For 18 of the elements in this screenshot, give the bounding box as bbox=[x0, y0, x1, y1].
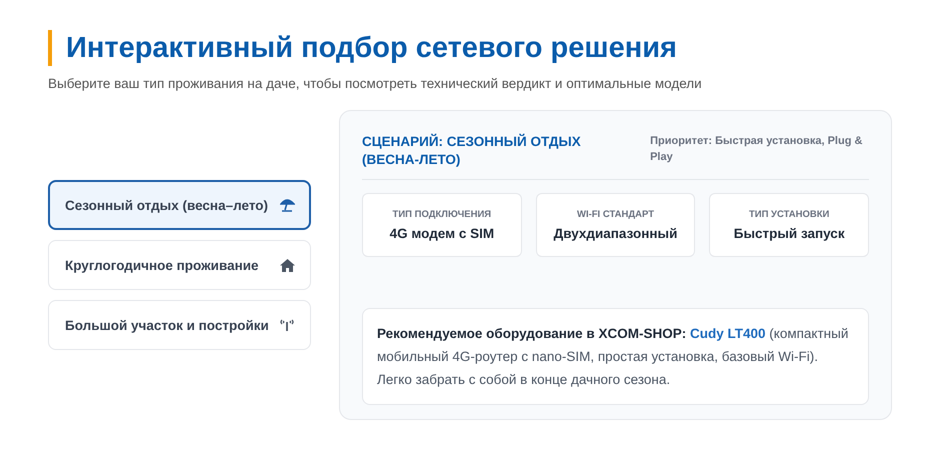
antenna-icon bbox=[279, 319, 295, 331]
scenario-option[interactable]: Круглогодичное проживание bbox=[48, 240, 311, 290]
spec-value: 4G модем с SIM bbox=[390, 226, 494, 241]
priority-text: Приоритет: Быстрая установка, Plug & Play bbox=[650, 134, 864, 165]
spec-value: Двухдиапазонный bbox=[554, 226, 678, 241]
scenario-title: СЦЕНАРИЙ: СЕЗОННЫЙ ОТДЫХ (ВЕСНА-ЛЕТО) bbox=[362, 133, 582, 169]
spec-label: ТИП ПОДКЛЮЧЕНИЯ bbox=[392, 209, 492, 220]
product-link[interactable]: Cudy LT400 bbox=[690, 326, 766, 341]
scenario-option[interactable]: Сезонный отдых (весна–лето) bbox=[48, 180, 311, 230]
house-icon bbox=[280, 258, 295, 272]
beach-umbrella-icon bbox=[280, 198, 295, 212]
scenario-option[interactable]: Большой участок и постройки bbox=[48, 300, 311, 350]
page-subtitle: Выберите ваш тип проживания на даче, чтобы посмотреть технический вердикт и оптимальные модели bbox=[48, 76, 703, 91]
spec-label: WI-FI СТАНДАРТ bbox=[576, 209, 654, 220]
recommendation-text: Рекомендуемое оборудование в XCOM-SHOP: Cudy LT400 (компактный мобильный 4G-роутер с nano-SIM, простая установка, базовый Wi-Fi). Легко забрать с собой в конце дачного сезона. bbox=[377, 325, 850, 389]
page-title: Интерактивный подбор сетевого решения bbox=[48, 30, 892, 66]
spec-value: Быстрый запуск bbox=[734, 226, 845, 241]
spec-label: ТИП УСТАНОВКИ bbox=[748, 209, 830, 220]
